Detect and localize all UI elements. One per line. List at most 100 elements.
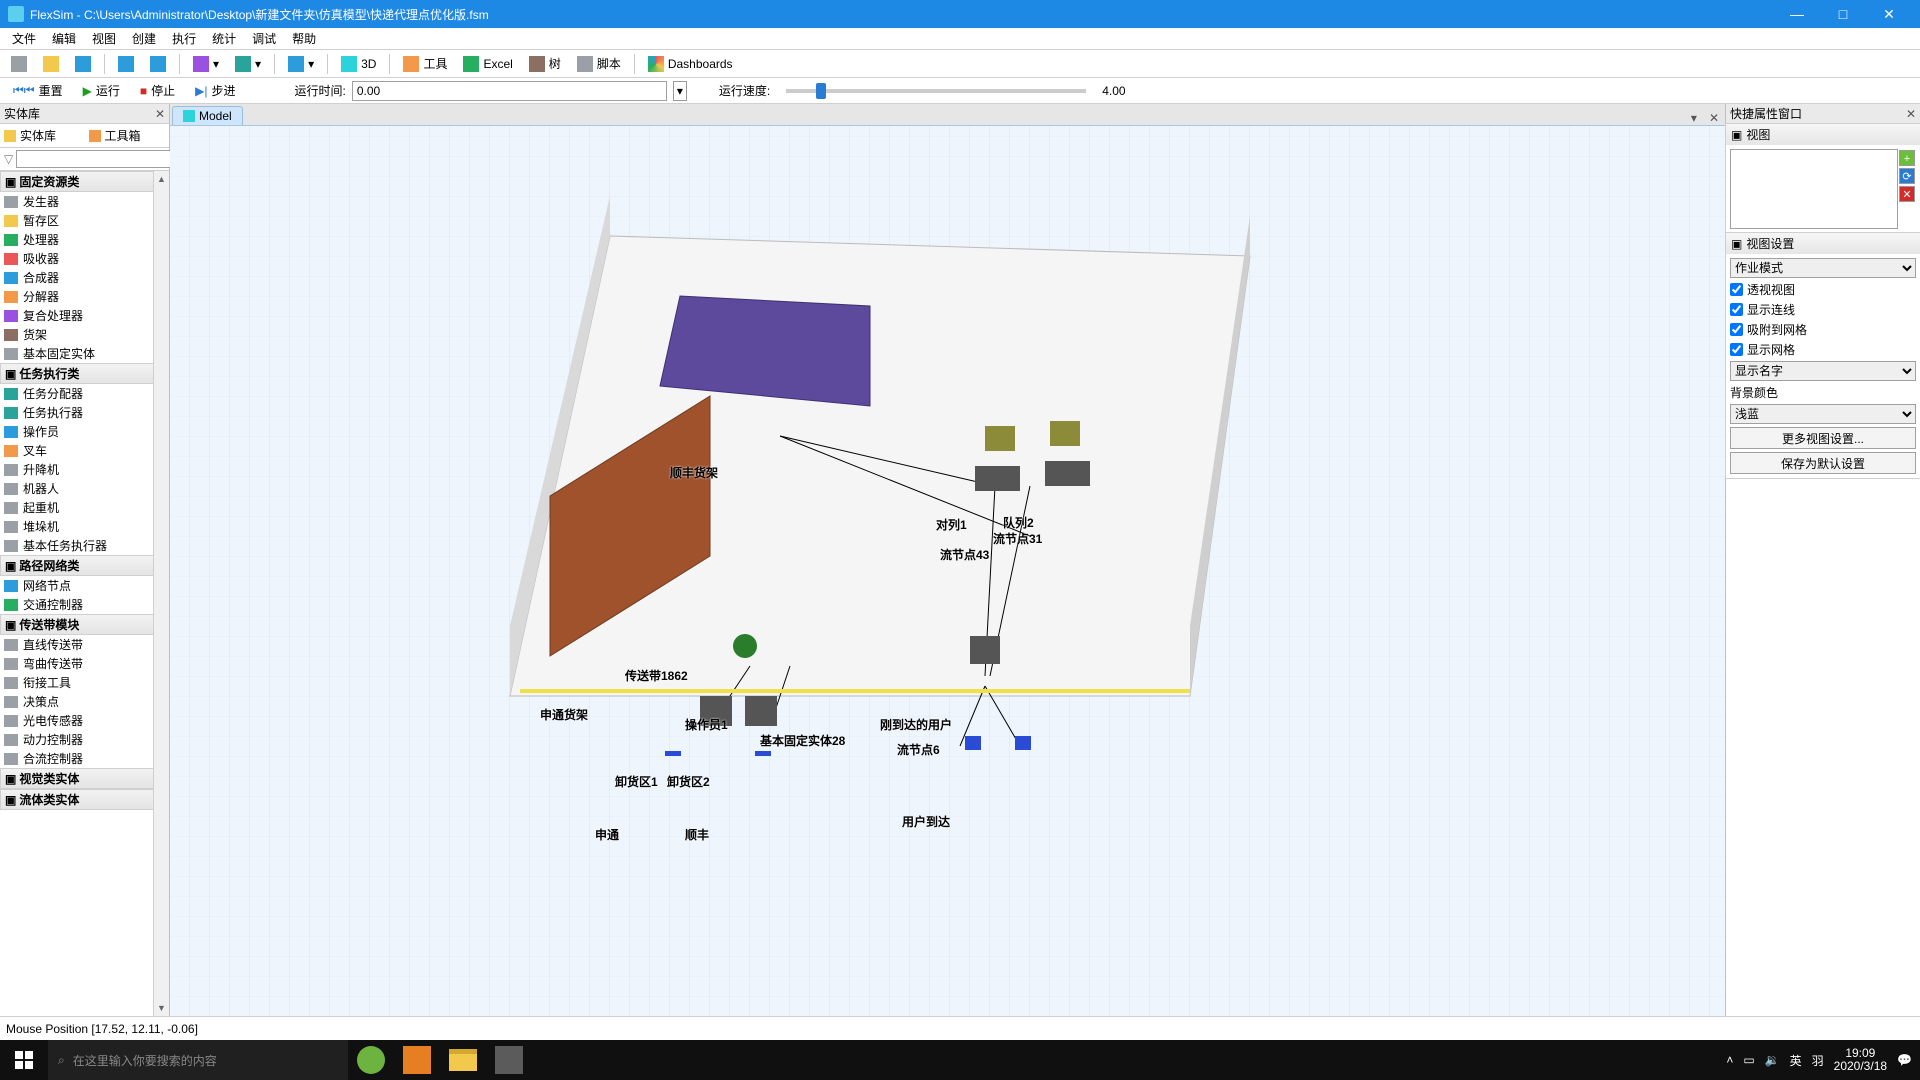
menu-run[interactable]: 执行 xyxy=(164,30,204,47)
runtime-input[interactable] xyxy=(352,81,667,101)
color-button[interactable]: ▾ xyxy=(281,53,321,75)
library-item[interactable]: 交通控制器 xyxy=(0,595,169,614)
save-default-button[interactable]: 保存为默认设置 xyxy=(1730,452,1916,474)
library-item[interactable]: 起重机 xyxy=(0,498,169,517)
view-add-button[interactable]: + xyxy=(1899,150,1915,166)
view-delete-button[interactable]: ✕ xyxy=(1899,186,1915,202)
scroll-up[interactable]: ▲ xyxy=(154,171,169,187)
showname-select[interactable]: 显示名字 xyxy=(1730,361,1916,381)
tray-ime[interactable]: 英 xyxy=(1790,1052,1802,1069)
reset-button[interactable]: ⏮⏮重置 xyxy=(6,79,70,102)
library-item[interactable]: 升降机 xyxy=(0,460,169,479)
library-item[interactable]: 发生器 xyxy=(0,192,169,211)
library-item[interactable]: 光电传感器 xyxy=(0,711,169,730)
menu-create[interactable]: 创建 xyxy=(124,30,164,47)
view-refresh-button[interactable]: ⟳ xyxy=(1899,168,1915,184)
maximize-button[interactable]: □ xyxy=(1820,0,1866,28)
script-button[interactable]: 脚本 xyxy=(570,52,628,75)
library-item[interactable]: 合流控制器 xyxy=(0,749,169,768)
step-button[interactable]: ▶|步进 xyxy=(188,79,242,102)
excel-button[interactable]: Excel xyxy=(456,53,519,75)
taskbar-search[interactable]: ⌕ 在这里输入你要搜索的内容 xyxy=(48,1040,348,1080)
tray-battery-icon[interactable]: ▭ xyxy=(1743,1053,1754,1067)
library-item[interactable]: 吸收器 xyxy=(0,249,169,268)
library-item[interactable]: 弯曲传送带 xyxy=(0,654,169,673)
cb-snap[interactable]: 吸附到网格 xyxy=(1730,321,1916,338)
library-scrollbar[interactable]: ▲ ▼ xyxy=(153,171,169,1016)
properties-close[interactable]: ✕ xyxy=(1906,107,1916,121)
task-flexsim[interactable] xyxy=(486,1040,532,1080)
runtime-dropdown[interactable]: ▾ xyxy=(673,81,687,101)
library-item[interactable]: 决策点 xyxy=(0,692,169,711)
more-viewsettings-button[interactable]: 更多视图设置... xyxy=(1730,427,1916,449)
task-explorer[interactable] xyxy=(440,1040,486,1080)
menu-debug[interactable]: 调试 xyxy=(244,30,284,47)
library-item[interactable]: 基本任务执行器 xyxy=(0,536,169,555)
3d-button[interactable]: 3D xyxy=(334,53,383,75)
run-button[interactable]: ▶运行 xyxy=(76,79,127,102)
cb-snap-input[interactable] xyxy=(1730,323,1743,336)
tab-model[interactable]: Model xyxy=(172,106,243,125)
library-group[interactable]: ▣路径网络类 xyxy=(0,555,169,576)
library-item[interactable]: 分解器 xyxy=(0,287,169,306)
library-item[interactable]: 动力控制器 xyxy=(0,730,169,749)
tray-clock[interactable]: 19:09 2020/3/18 xyxy=(1834,1047,1887,1073)
menu-view[interactable]: 视图 xyxy=(84,30,124,47)
task-app-1[interactable] xyxy=(348,1040,394,1080)
library-item[interactable]: 货架 xyxy=(0,325,169,344)
tray-notifications-icon[interactable]: 💬 xyxy=(1897,1053,1912,1067)
cb-showlines[interactable]: 显示连线 xyxy=(1730,301,1916,318)
wizard1-button[interactable]: ▾ xyxy=(186,53,226,75)
library-close[interactable]: ✕ xyxy=(155,107,165,121)
tray-volume-icon[interactable]: 🔉 xyxy=(1765,1053,1780,1067)
cb-perspective[interactable]: 透视视图 xyxy=(1730,281,1916,298)
library-item[interactable]: 任务分配器 xyxy=(0,384,169,403)
cb-showgrid[interactable]: 显示网格 xyxy=(1730,341,1916,358)
library-group[interactable]: ▣固定资源类 xyxy=(0,171,169,192)
minimize-button[interactable]: — xyxy=(1774,0,1820,28)
redo-button[interactable] xyxy=(143,53,173,75)
tree-button[interactable]: 树 xyxy=(522,52,568,75)
tray-ime2[interactable]: 羽 xyxy=(1812,1052,1824,1069)
close-button[interactable]: ✕ xyxy=(1866,0,1912,28)
library-item[interactable]: 网络节点 xyxy=(0,576,169,595)
menu-stats[interactable]: 统计 xyxy=(204,30,244,47)
workmode-select[interactable]: 作业模式 xyxy=(1730,258,1916,278)
library-group[interactable]: ▣视觉类实体 xyxy=(0,768,169,789)
cb-showgrid-input[interactable] xyxy=(1730,343,1743,356)
3d-viewport[interactable]: 顺丰货架 申通货架 传送带1862 操作员1 基本固定实体28 对列1 队列2 … xyxy=(170,126,1725,1016)
cb-perspective-input[interactable] xyxy=(1730,283,1743,296)
library-item[interactable]: 机器人 xyxy=(0,479,169,498)
section-view-header[interactable]: ▣视图 xyxy=(1726,124,1920,145)
wizard2-button[interactable]: ▾ xyxy=(228,53,268,75)
library-list[interactable]: ▲ ▼ ▣固定资源类发生器暂存区处理器吸收器合成器分解器复合处理器货架基本固定实… xyxy=(0,171,169,1016)
cb-showlines-input[interactable] xyxy=(1730,303,1743,316)
library-item[interactable]: 任务执行器 xyxy=(0,403,169,422)
slider-thumb[interactable] xyxy=(816,83,826,99)
start-button[interactable] xyxy=(0,1040,48,1080)
scroll-down[interactable]: ▼ xyxy=(154,1000,169,1016)
library-filter-input[interactable] xyxy=(16,150,173,168)
library-group[interactable]: ▣流体类实体 xyxy=(0,789,169,810)
library-group[interactable]: ▣传送带模块 xyxy=(0,614,169,635)
section-viewsettings-header[interactable]: ▣视图设置 xyxy=(1726,233,1920,254)
task-app-2[interactable] xyxy=(394,1040,440,1080)
speed-slider[interactable] xyxy=(786,89,1086,93)
library-item[interactable]: 基本固定实体 xyxy=(0,344,169,363)
library-item[interactable]: 合成器 xyxy=(0,268,169,287)
tab-toolbox[interactable]: 工具箱 xyxy=(85,124,170,147)
open-button[interactable] xyxy=(36,53,66,75)
stop-button[interactable]: ■停止 xyxy=(133,79,182,102)
library-group[interactable]: ▣任务执行类 xyxy=(0,363,169,384)
tray-chevron[interactable]: ˄ xyxy=(1726,1053,1733,1067)
menu-help[interactable]: 帮助 xyxy=(284,30,324,47)
library-item[interactable]: 暂存区 xyxy=(0,211,169,230)
library-item[interactable]: 堆垛机 xyxy=(0,517,169,536)
tab-library[interactable]: 实体库 xyxy=(0,124,85,147)
library-item[interactable]: 衔接工具 xyxy=(0,673,169,692)
dashboards-button[interactable]: Dashboards xyxy=(641,53,740,75)
library-item[interactable]: 处理器 xyxy=(0,230,169,249)
new-button[interactable] xyxy=(4,53,34,75)
library-item[interactable]: 操作员 xyxy=(0,422,169,441)
bgcolor-select[interactable]: 浅蓝 xyxy=(1730,404,1916,424)
